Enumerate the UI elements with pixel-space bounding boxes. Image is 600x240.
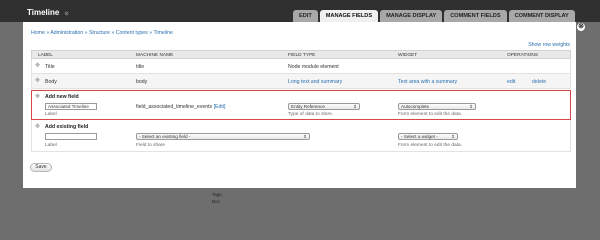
row-machine-name: body (136, 79, 148, 85)
save-button[interactable]: Save (30, 163, 52, 172)
field-type-select-value: Entity Reference (291, 104, 325, 109)
new-field-machine-name-text: field_associated_timeline_events (136, 104, 213, 110)
breadcrumb[interactable]: Home » Administration » Structure » Cont… (31, 30, 173, 36)
existing-field-label-hint: Label (45, 143, 57, 148)
widget-select[interactable]: Autocomplete ⇕ (398, 103, 476, 110)
table-row-body: ✥ Body body Long text and summary Text a… (31, 74, 571, 89)
existing-field-select-value: - Select an existing field - (139, 134, 191, 139)
row-field-type-link[interactable]: Long text and summary (288, 79, 342, 85)
row-machine-name: title (136, 64, 145, 70)
new-field-label-input[interactable]: Associated Timeline (45, 103, 97, 110)
select-arrow-icon: ⇕ (469, 104, 473, 109)
fields-table: LABEL MACHINE NAME FIELD TYPE WIDGET OPE… (31, 50, 571, 152)
row-widget-link[interactable]: Text area with a summary (398, 79, 457, 85)
select-arrow-icon: ⇕ (451, 134, 455, 139)
row-field-type: Node module element (288, 64, 339, 70)
row-delete-link[interactable]: delete (532, 79, 546, 85)
field-type-hint: Type of data to store. (288, 112, 334, 117)
page-title-text: Timeline (27, 8, 60, 17)
tab-manage-display[interactable]: MANAGE DISPLAY (380, 10, 443, 22)
drag-handle-icon[interactable]: ✥ (35, 62, 40, 69)
content-panel: Home » Administration » Structure » Cont… (23, 22, 576, 188)
tab-edit[interactable]: EDIT (293, 10, 318, 22)
select-arrow-icon: ⇕ (353, 104, 357, 109)
new-field-label-hint: Label (45, 112, 57, 117)
background-tags-label: Tags: (212, 192, 223, 197)
widget-hint: Form element to edit the data. (398, 112, 462, 117)
table-header: LABEL MACHINE NAME FIELD TYPE WIDGET OPE… (31, 50, 571, 59)
table-row-title: ✥ Title title Node module element (31, 59, 571, 74)
column-header-machine-name: MACHINE NAME (136, 53, 174, 58)
tab-comment-fields[interactable]: COMMENT FIELDS (444, 10, 507, 22)
column-header-operations: OPERATIONS (507, 53, 539, 58)
field-type-select[interactable]: Entity Reference ⇕ (288, 103, 360, 110)
row-label: Body (45, 79, 57, 85)
column-header-label: LABEL (38, 53, 53, 58)
close-icon[interactable]: ⊗ (577, 23, 585, 31)
existing-widget-select[interactable]: - Select a widget - ⇕ (398, 133, 458, 140)
tab-bar: EDIT MANAGE FIELDS MANAGE DISPLAY COMMEN… (293, 10, 575, 22)
select-arrow-icon: ⇕ (303, 134, 307, 139)
add-existing-field-heading: Add existing field (45, 124, 89, 130)
background-doc-label: Doc (212, 199, 221, 204)
overlay-titlebar: Timeline ⊙ EDIT MANAGE FIELDS MANAGE DIS… (0, 0, 600, 22)
widget-select-value: Autocomplete (401, 104, 430, 109)
shortcut-icon[interactable]: ⊙ (65, 11, 69, 17)
new-field-machine-name: field_associated_timeline_events [Edit] (136, 104, 225, 110)
machine-name-edit-link[interactable]: [Edit] (214, 104, 226, 110)
existing-widget-select-value: - Select a widget - (401, 134, 438, 139)
page-title: Timeline ⊙ (27, 8, 69, 17)
add-new-field-row: ✥ Add new field Associated Timeline Labe… (31, 90, 571, 120)
show-row-weights-link[interactable]: Show row weights (528, 42, 570, 48)
existing-field-label-input[interactable] (45, 133, 97, 140)
existing-field-hint: Field to share (136, 143, 166, 148)
column-header-widget: WIDGET (398, 53, 418, 58)
existing-field-select[interactable]: - Select an existing field - ⇕ (136, 133, 310, 140)
tab-manage-fields[interactable]: MANAGE FIELDS (319, 10, 379, 22)
add-new-field-heading: Add new field (45, 94, 79, 100)
existing-widget-hint: Form element to edit the data. (398, 143, 462, 148)
tab-comment-display[interactable]: COMMENT DISPLAY (508, 10, 575, 22)
row-label: Title (45, 64, 55, 70)
drag-handle-icon[interactable]: ✥ (35, 123, 40, 130)
add-existing-field-row: ✥ Add existing field Label - Select an e… (31, 120, 571, 152)
drag-handle-icon[interactable]: ✥ (35, 93, 40, 100)
row-edit-link[interactable]: edit (507, 79, 515, 85)
column-header-field-type: FIELD TYPE (288, 53, 316, 58)
drag-handle-icon[interactable]: ✥ (35, 77, 40, 84)
